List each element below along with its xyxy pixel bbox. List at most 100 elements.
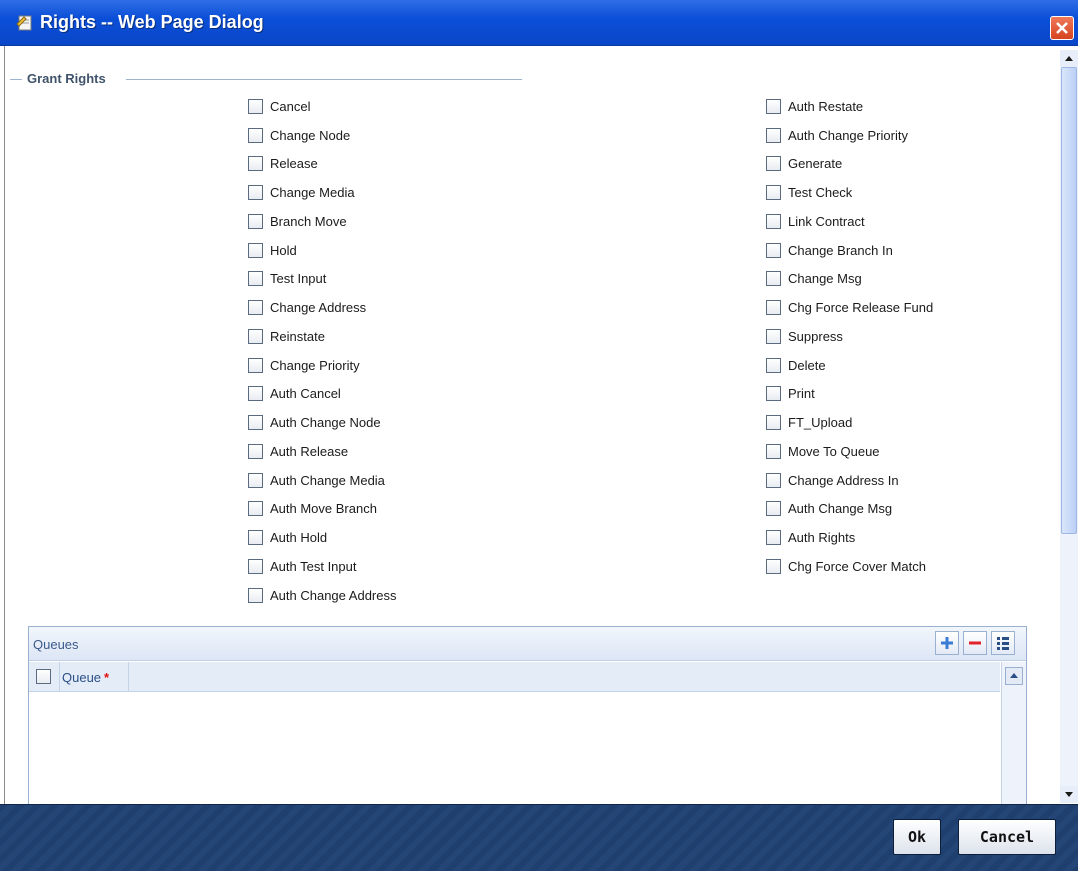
checkbox-label: Reinstate [270,328,325,344]
checkbox[interactable] [248,328,263,344]
title-bar[interactable]: Rights -- Web Page Dialog [0,0,1078,46]
checkbox-auth-hold[interactable]: Auth Hold [248,523,396,552]
checkbox-auth-rights[interactable]: Auth Rights [766,523,933,552]
checkbox-auth-cancel[interactable]: Auth Cancel [248,380,396,409]
checkbox-change-branch-in[interactable]: Change Branch In [766,236,933,265]
queue-column-label[interactable]: Queue * [62,670,109,685]
checkbox-auth-release[interactable]: Auth Release [248,437,396,466]
checkbox[interactable] [248,501,263,517]
checkbox-label: Delete [788,357,826,373]
checkbox-label: Generate [788,156,843,172]
checkbox[interactable] [248,300,263,316]
checkbox-auth-change-address[interactable]: Auth Change Address [248,581,396,610]
checkbox-test-check[interactable]: Test Check [766,178,933,207]
checkbox-change-address[interactable]: Change Address [248,293,396,322]
queue-column-text: Queue [62,670,102,685]
queues-scroll-up-button[interactable] [1005,667,1023,685]
checkbox[interactable] [766,386,781,402]
checkbox[interactable] [248,357,263,373]
checkbox-suppress[interactable]: Suppress [766,322,933,351]
checkbox[interactable] [248,587,263,603]
checkbox-cancel[interactable]: Cancel [248,92,396,121]
checkbox-auth-move-branch[interactable]: Auth Move Branch [248,495,396,524]
checkbox-auth-change-msg[interactable]: Auth Change Msg [766,495,933,524]
checkbox-change-media[interactable]: Change Media [248,178,396,207]
checkbox-hold[interactable]: Hold [248,236,396,265]
checkbox-label: Change Msg [788,271,862,287]
checkbox-generate[interactable]: Generate [766,150,933,179]
checkbox[interactable] [248,156,263,172]
checkbox[interactable] [766,357,781,373]
checkbox-release[interactable]: Release [248,150,396,179]
checkbox-branch-move[interactable]: Branch Move [248,207,396,236]
dialog-scrollbar[interactable] [1060,50,1078,803]
checkbox-label: Auth Move Branch [270,501,377,517]
checkbox-reinstate[interactable]: Reinstate [248,322,396,351]
checkbox-move-to-queue[interactable]: Move To Queue [766,437,933,466]
checkbox[interactable] [248,443,263,459]
checkbox[interactable] [766,328,781,344]
checkbox-label: Print [788,386,815,402]
single-view-button[interactable] [991,631,1015,655]
checkbox[interactable] [248,271,263,287]
scroll-up-button[interactable] [1060,50,1078,67]
scroll-thumb[interactable] [1061,67,1077,534]
checkbox[interactable] [248,530,263,546]
checkbox[interactable] [766,300,781,316]
select-all-checkbox[interactable] [36,669,51,684]
checkbox-test-input[interactable]: Test Input [248,265,396,294]
checkbox[interactable] [248,415,263,431]
checkbox[interactable] [248,98,263,114]
list-icon [997,637,1009,650]
checkbox[interactable] [766,213,781,229]
checkbox-auth-restate[interactable]: Auth Restate [766,92,933,121]
checkbox[interactable] [248,386,263,402]
checkbox[interactable] [766,443,781,459]
checkbox-label: Chg Force Release Fund [788,300,934,316]
checkbox-change-priority[interactable]: Change Priority [248,351,396,380]
checkbox[interactable] [766,185,781,201]
checkbox-change-address-in[interactable]: Change Address In [766,466,933,495]
ok-button[interactable]: Ok [893,819,941,855]
checkbox-label: Move To Queue [788,443,880,459]
checkbox[interactable] [766,156,781,172]
delete-row-button[interactable] [963,631,987,655]
add-row-button[interactable] [935,631,959,655]
checkbox-auth-change-priority[interactable]: Auth Change Priority [766,121,933,150]
checkbox-change-msg[interactable]: Change Msg [766,265,933,294]
checkbox[interactable] [766,501,781,517]
checkbox-chg-force-release-fund[interactable]: Chg Force Release Fund [766,293,933,322]
checkbox[interactable] [248,558,263,574]
checkbox-auth-test-input[interactable]: Auth Test Input [248,552,396,581]
checkbox-ft-upload[interactable]: FT_Upload [766,408,933,437]
checkbox-chg-force-cover-match[interactable]: Chg Force Cover Match [766,552,933,581]
checkbox-delete[interactable]: Delete [766,351,933,380]
checkbox-print[interactable]: Print [766,380,933,409]
column-divider [128,662,129,692]
chevron-up-icon [1065,56,1073,61]
checkbox[interactable] [248,185,263,201]
checkbox-change-node[interactable]: Change Node [248,121,396,150]
checkbox[interactable] [766,415,781,431]
checkbox-link-contract[interactable]: Link Contract [766,207,933,236]
checkbox[interactable] [248,127,263,143]
checkbox[interactable] [766,472,781,488]
checkbox[interactable] [766,98,781,114]
checkbox[interactable] [248,213,263,229]
checkbox[interactable] [766,558,781,574]
checkbox[interactable] [766,127,781,143]
close-button[interactable] [1050,16,1074,40]
queues-scrollbar[interactable] [1001,662,1026,807]
checkbox-label: Auth Change Node [270,415,381,431]
checkbox[interactable] [766,271,781,287]
checkbox[interactable] [766,242,781,258]
checkbox-label: Auth Cancel [270,386,341,402]
cancel-button[interactable]: Cancel [958,819,1056,855]
queues-title: Queues [33,637,79,652]
checkbox[interactable] [248,472,263,488]
checkbox-auth-change-media[interactable]: Auth Change Media [248,466,396,495]
checkbox-auth-change-node[interactable]: Auth Change Node [248,408,396,437]
checkbox[interactable] [766,530,781,546]
checkbox[interactable] [248,242,263,258]
scroll-down-button[interactable] [1060,786,1078,803]
